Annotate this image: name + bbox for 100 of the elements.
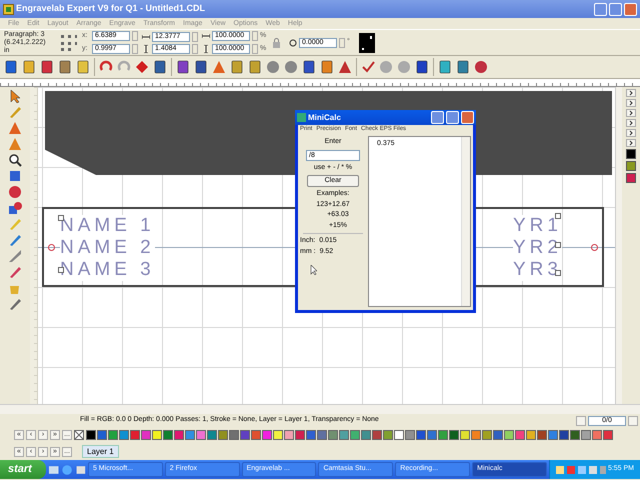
spin-button[interactable] (132, 44, 138, 54)
selection-handle[interactable] (555, 242, 561, 248)
color-swatch[interactable] (130, 430, 140, 440)
color-swatch[interactable] (515, 430, 525, 440)
color-swatch[interactable] (295, 430, 305, 440)
color-swatch[interactable] (372, 430, 382, 440)
pointer-icon[interactable] (8, 89, 22, 103)
horizontal-scrollbar[interactable] (0, 404, 640, 414)
no-fill-icon[interactable] (74, 430, 84, 440)
color-swatch[interactable] (328, 430, 338, 440)
color-swatch[interactable] (339, 430, 349, 440)
app-icon (297, 113, 306, 122)
color-swatch[interactable] (383, 430, 393, 440)
color-swatch[interactable] (306, 430, 316, 440)
triangle-icon[interactable] (338, 60, 352, 74)
spin-button[interactable] (252, 44, 258, 54)
toolbar-divider (433, 58, 434, 76)
color-swatch[interactable] (350, 430, 360, 440)
color-swatch[interactable] (97, 430, 107, 440)
maximize-button[interactable] (446, 111, 459, 124)
maximize-button[interactable] (609, 2, 622, 16)
color-swatch[interactable] (108, 430, 118, 440)
diamond-icon[interactable] (135, 60, 149, 74)
vertical-scrollbar[interactable] (615, 87, 622, 404)
color-swatch[interactable] (504, 430, 514, 440)
color-swatch[interactable] (196, 430, 206, 440)
swatch-icon[interactable] (626, 149, 636, 159)
selection-handle[interactable] (555, 270, 561, 276)
square-icon[interactable] (8, 169, 22, 183)
color-swatch[interactable] (218, 430, 228, 440)
zoom-icon[interactable] (8, 153, 22, 167)
color-swatch[interactable] (163, 430, 173, 440)
center-marker[interactable] (591, 244, 598, 251)
color-swatch[interactable] (284, 430, 294, 440)
rotate-icon (289, 38, 297, 46)
square-icon[interactable] (415, 60, 429, 74)
color-swatch[interactable] (394, 430, 404, 440)
color-swatch[interactable] (240, 430, 250, 440)
color-swatch[interactable] (185, 430, 195, 440)
quick-launch-icon[interactable] (48, 464, 86, 476)
close-button[interactable] (624, 2, 637, 16)
color-swatch[interactable] (526, 430, 536, 440)
color-swatch[interactable] (251, 430, 261, 440)
window-title: Engravelab Expert V9 for Q1 - Untitled1.CDL (16, 2, 206, 16)
selection-handle[interactable] (555, 213, 561, 219)
color-swatch[interactable] (548, 430, 558, 440)
swatch-icon[interactable] (626, 173, 636, 183)
lock-icon[interactable] (272, 38, 281, 48)
spin-button[interactable] (132, 31, 138, 42)
dialog-title: MiniCalc (308, 112, 342, 124)
color-swatch[interactable] (471, 430, 481, 440)
pen-icon[interactable] (8, 297, 22, 311)
minimize-button[interactable] (594, 2, 607, 16)
spin-button[interactable] (339, 38, 345, 48)
spin-button[interactable] (252, 31, 258, 42)
color-swatch[interactable] (581, 430, 591, 440)
color-swatch[interactable] (405, 430, 415, 440)
color-swatch[interactable] (273, 430, 283, 440)
shapes-icon[interactable] (8, 201, 22, 215)
color-swatch[interactable] (427, 430, 437, 440)
color-swatch[interactable] (152, 430, 162, 440)
color-swatch[interactable] (317, 430, 327, 440)
height-arrow-icon (142, 44, 150, 52)
circle-icon[interactable] (8, 185, 22, 199)
color-swatch[interactable] (570, 430, 580, 440)
circle-icon[interactable] (474, 60, 488, 74)
anchor-grid-icon[interactable] (60, 34, 78, 52)
color-swatch[interactable] (361, 430, 371, 440)
color-swatch[interactable] (592, 430, 602, 440)
triangle-icon[interactable] (8, 121, 22, 135)
color-swatch[interactable] (493, 430, 503, 440)
preview-swatch-icon (359, 32, 375, 52)
color-swatch[interactable] (482, 430, 492, 440)
color-swatch[interactable] (86, 430, 96, 440)
swatch-icon[interactable] (626, 161, 636, 171)
color-swatch[interactable] (174, 430, 184, 440)
center-marker[interactable] (48, 244, 55, 251)
color-swatch[interactable] (603, 430, 613, 440)
color-swatch[interactable] (207, 430, 217, 440)
color-swatch[interactable] (537, 430, 547, 440)
check-icon[interactable] (361, 60, 375, 74)
app-icon (3, 4, 14, 14)
color-swatch[interactable] (460, 430, 470, 440)
color-swatch[interactable] (262, 430, 272, 440)
color-swatch[interactable] (141, 430, 151, 440)
width-arrow-icon (142, 32, 150, 40)
color-swatch[interactable] (559, 430, 569, 440)
layer-tab[interactable]: Layer 1 (82, 445, 119, 458)
color-swatch[interactable] (449, 430, 459, 440)
next-page-button[interactable] (628, 416, 638, 426)
circle-icon[interactable] (266, 60, 280, 74)
minimize-button[interactable] (431, 111, 444, 124)
color-swatch[interactable] (229, 430, 239, 440)
prev-page-button[interactable] (576, 416, 586, 426)
vertical-scrollbar[interactable] (461, 137, 470, 306)
color-swatch[interactable] (119, 430, 129, 440)
color-swatch[interactable] (416, 430, 426, 440)
height-arrow-icon (202, 44, 210, 53)
close-button[interactable] (461, 111, 474, 124)
color-swatch[interactable] (438, 430, 448, 440)
